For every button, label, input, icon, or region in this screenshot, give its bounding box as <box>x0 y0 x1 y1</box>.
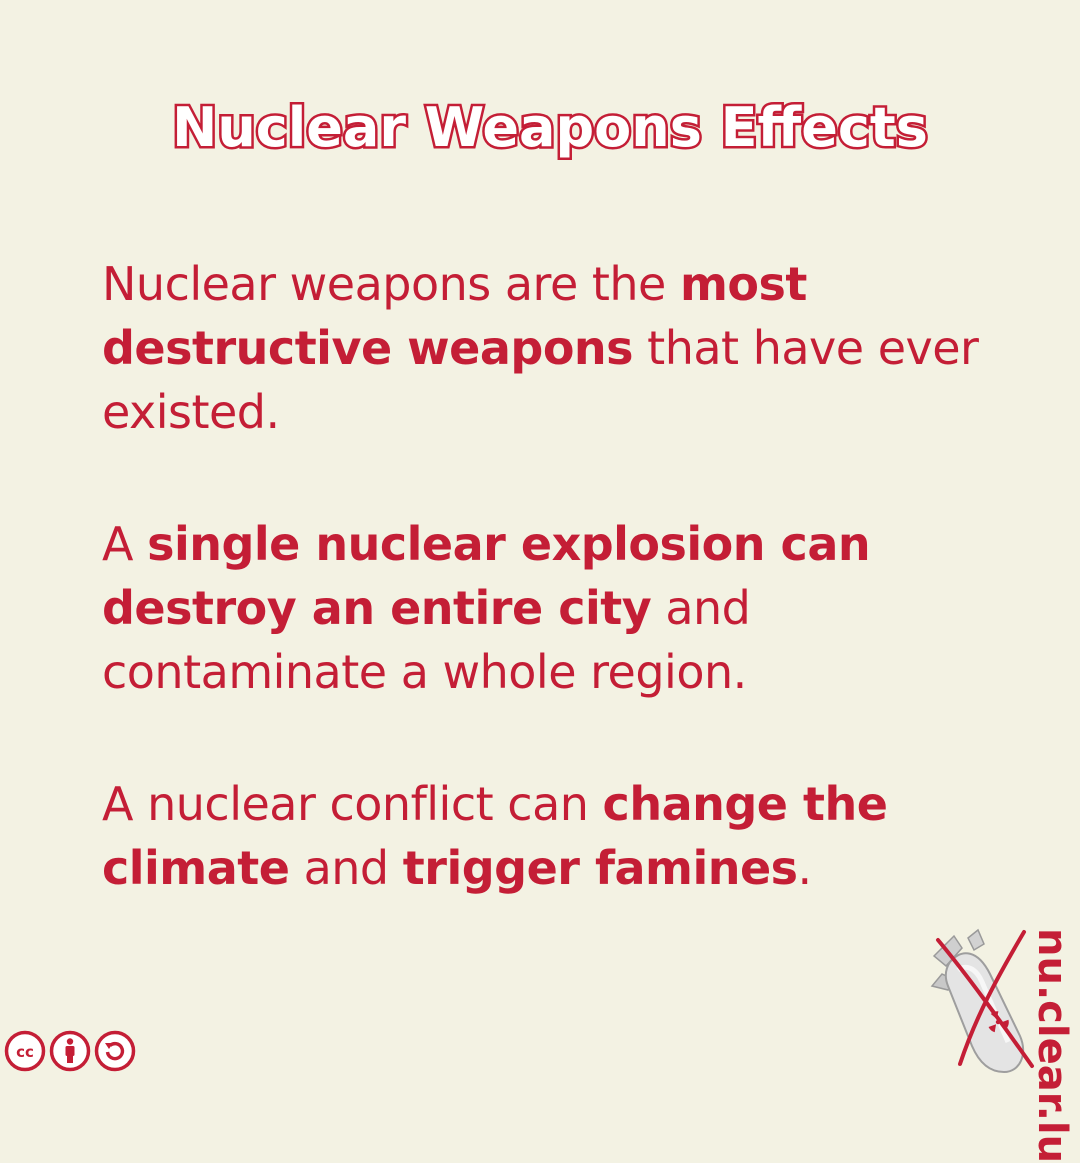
paragraph-2-part-1: A <box>102 517 148 571</box>
share-alike-icon <box>94 1030 136 1072</box>
paragraph-3-part-3: and <box>289 841 403 895</box>
crossed-out-bomb-icon <box>930 928 1034 1074</box>
cc-label: cc <box>16 1043 34 1061</box>
brand-url[interactable]: nu.clear.lu <box>1026 928 1078 1163</box>
attribution-icon <box>49 1030 91 1072</box>
paragraph-3-part-5: . <box>797 841 813 895</box>
paragraph-3-part-1: A nuclear conflict can <box>102 777 603 831</box>
paragraph-1-part-1: Nuclear weapons are the <box>102 257 680 311</box>
paragraph-1: Nuclear weapons are the most destructive… <box>102 252 1042 444</box>
paragraph-2-part-2: single nuclear explosion can destroy an … <box>102 517 871 635</box>
paragraph-3: A nuclear conflict can change the climat… <box>102 772 1042 900</box>
paragraph-2: A single nuclear explosion can destroy a… <box>102 512 1042 704</box>
main-text: Nuclear weapons are the most destructive… <box>102 252 1042 968</box>
license-badges: cc <box>4 1030 136 1072</box>
page-title: Nuclear Weapons Effects <box>170 94 931 162</box>
paragraph-3-part-4: trigger famines <box>402 841 798 895</box>
creative-commons-icon: cc <box>4 1030 46 1072</box>
